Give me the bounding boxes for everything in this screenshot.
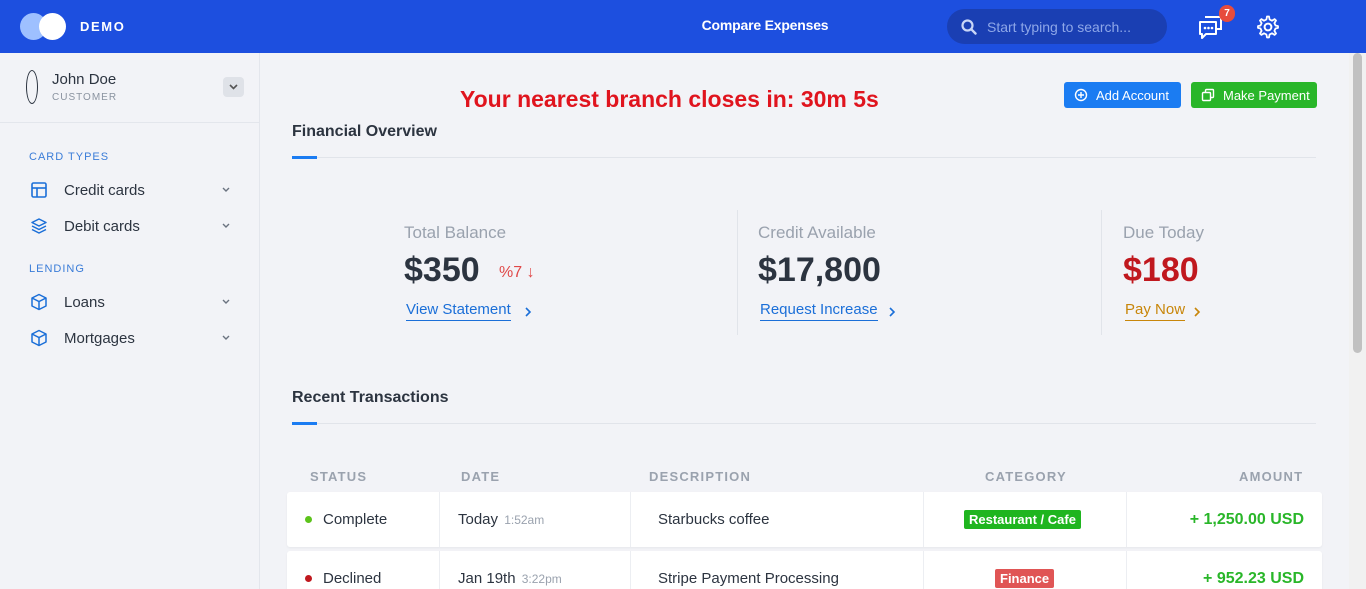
chevron-right-icon — [1194, 307, 1201, 317]
status-dot — [305, 516, 312, 523]
time-text: 3:22pm — [521, 572, 562, 586]
status-text: Complete — [323, 511, 388, 528]
section-title-card-types: CARD TYPES — [29, 151, 110, 163]
stat-due-today: Due Today $180 Pay Now — [1123, 210, 1323, 335]
sidebar-item-debit-cards[interactable]: Debit cards — [20, 210, 242, 242]
column-header-amount[interactable]: AMOUNT — [1239, 469, 1303, 484]
sidebar-item-label: Debit cards — [64, 218, 140, 235]
divider — [292, 423, 1316, 424]
stat-value: $17,800 — [758, 251, 881, 289]
sidebar-item-loans[interactable]: Loans — [20, 286, 242, 318]
box-icon — [31, 293, 47, 311]
add-account-label: Add Account — [1096, 88, 1169, 103]
amount-text: + 952.23 USD — [1203, 570, 1304, 587]
stat-total-balance: Total Balance $350 %7 ↓ View Statement — [404, 210, 724, 335]
scrollbar-thumb[interactable] — [1353, 53, 1362, 353]
avatar — [26, 70, 38, 104]
stat-change: %7 ↓ — [499, 264, 535, 281]
table-row[interactable]: Declined Jan 19th 3:22pm Stripe Payment … — [287, 551, 1322, 589]
status-dot — [305, 575, 312, 582]
sidebar: John Doe CUSTOMER CARD TYPES Credit card… — [0, 53, 260, 589]
chevron-right-icon — [525, 307, 532, 317]
financial-overview-heading: Financial Overview — [292, 123, 437, 140]
sidebar-item-label: Loans — [64, 294, 105, 311]
make-payment-label: Make Payment — [1223, 88, 1310, 103]
top-bar: DEMO Compare Expenses 7 — [0, 0, 1366, 53]
sidebar-item-label: Mortgages — [64, 330, 135, 347]
chevron-down-icon — [222, 335, 230, 340]
user-panel: John Doe CUSTOMER — [0, 53, 259, 123]
amount-text: + 1,250.00 USD — [1189, 511, 1304, 528]
date-text: Jan 19th 3:22pm — [458, 570, 562, 587]
chevron-down-icon — [222, 187, 230, 192]
sidebar-item-mortgages[interactable]: Mortgages — [20, 322, 242, 354]
column-header-description[interactable]: DESCRIPTION — [649, 469, 751, 484]
view-statement-link[interactable]: View Statement — [406, 301, 511, 321]
branch-countdown: Your nearest branch closes in: 30m 5s — [460, 86, 879, 112]
description-text: Starbucks coffee — [658, 511, 770, 528]
pay-now-link[interactable]: Pay Now — [1125, 301, 1186, 321]
description-text: Stripe Payment Processing — [658, 570, 839, 587]
search-input[interactable] — [987, 17, 1157, 37]
user-role: CUSTOMER — [52, 92, 118, 103]
stat-divider — [1101, 210, 1102, 335]
request-increase-link[interactable]: Request Increase — [760, 301, 878, 321]
settings-button[interactable] — [1256, 15, 1280, 39]
copy-icon — [1201, 88, 1215, 102]
plus-circle-icon — [1074, 88, 1088, 102]
status-text: Declined — [323, 570, 382, 587]
divider — [292, 157, 1316, 158]
heading-accent — [292, 156, 317, 159]
chevron-down-icon — [229, 84, 238, 90]
layers-icon — [31, 218, 47, 234]
date-text: Today 1:52am — [458, 511, 545, 528]
brand-name: DEMO — [80, 19, 126, 34]
stat-label: Due Today — [1123, 223, 1204, 242]
stat-divider — [737, 210, 738, 335]
chevron-right-icon — [889, 307, 896, 317]
section-title-lending: LENDING — [29, 263, 85, 275]
search-icon — [961, 19, 977, 35]
logo[interactable] — [20, 13, 68, 40]
user-name: John Doe — [52, 71, 117, 88]
page-scrollbar[interactable] — [1349, 53, 1366, 589]
make-payment-button[interactable]: Make Payment — [1191, 82, 1317, 108]
stat-value: $350 — [404, 251, 480, 289]
stat-label: Credit Available — [758, 223, 876, 242]
time-text: 1:52am — [504, 513, 545, 527]
stat-credit-available: Credit Available $17,800 Request Increas… — [758, 210, 1078, 335]
gear-icon — [1257, 15, 1279, 39]
arrow-down-icon: ↓ — [526, 264, 535, 281]
stat-label: Total Balance — [404, 223, 507, 242]
user-menu-toggle[interactable] — [223, 77, 244, 97]
page-title: Compare Expenses — [701, 17, 829, 33]
chevron-down-icon — [222, 299, 230, 304]
recent-transactions-heading: Recent Transactions — [292, 389, 449, 406]
category-badge: Restaurant / Cafe — [964, 510, 1081, 529]
heading-accent — [292, 422, 317, 425]
stat-value: $180 — [1123, 251, 1199, 289]
chevron-down-icon — [222, 223, 230, 228]
column-header-status[interactable]: STATUS — [310, 469, 367, 484]
table-row[interactable]: Complete Today 1:52am Starbucks coffee R… — [287, 492, 1322, 547]
box-icon — [31, 329, 47, 347]
column-header-date[interactable]: DATE — [461, 469, 500, 484]
layout-icon — [31, 182, 47, 198]
category-badge: Finance — [995, 569, 1055, 588]
column-header-category[interactable]: CATEGORY — [985, 469, 1067, 484]
sidebar-item-credit-cards[interactable]: Credit cards — [20, 174, 242, 206]
notification-badge: 7 — [1219, 5, 1235, 22]
search-box[interactable] — [947, 9, 1167, 44]
sidebar-item-label: Credit cards — [64, 182, 145, 199]
add-account-button[interactable]: Add Account — [1064, 82, 1181, 108]
